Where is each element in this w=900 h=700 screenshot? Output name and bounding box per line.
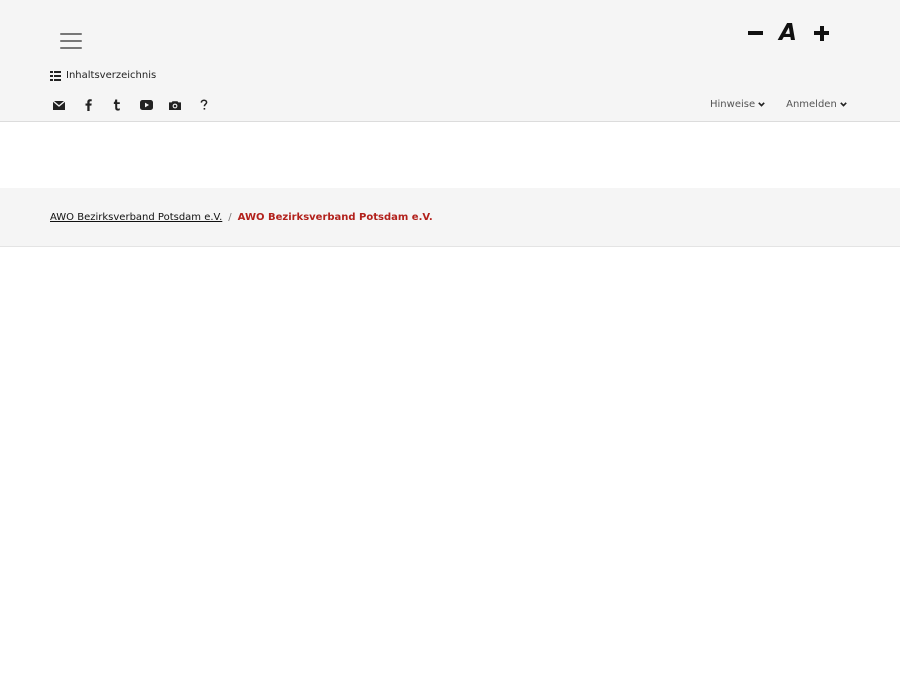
font-reset-icon[interactable]: A: [776, 20, 800, 46]
site-header: A Inhaltsverzeichnis Hinweise Anmelden: [0, 0, 900, 122]
social-links: [50, 96, 224, 114]
toc-label: Inhaltsverzeichnis: [66, 70, 157, 81]
top-navigation: Hinweise Anmelden: [704, 99, 847, 110]
question-icon[interactable]: [195, 96, 213, 114]
breadcrumb-separator: /: [228, 212, 232, 223]
font-size-controls: A: [740, 20, 840, 46]
nav-anmelden-label: Anmelden: [786, 99, 837, 110]
nav-hinweise-dropdown[interactable]: Hinweise: [710, 99, 765, 110]
nav-anmelden-dropdown[interactable]: Anmelden: [786, 99, 847, 110]
facebook-icon[interactable]: [79, 96, 97, 114]
chevron-down-icon: [758, 99, 765, 110]
youtube-icon[interactable]: [137, 96, 155, 114]
breadcrumb: AWO Bezirksverband Potsdam e.V. / AWO Be…: [0, 188, 900, 247]
camera-icon[interactable]: [166, 96, 184, 114]
table-of-contents-link[interactable]: Inhaltsverzeichnis: [50, 70, 156, 81]
nav-hinweise-label: Hinweise: [710, 99, 756, 110]
content-spacer: [0, 122, 900, 188]
list-icon: [50, 71, 61, 81]
tumblr-icon[interactable]: [108, 96, 126, 114]
decrease-font-icon[interactable]: [744, 20, 766, 46]
breadcrumb-parent-link[interactable]: AWO Bezirksverband Potsdam e.V.: [50, 212, 222, 223]
breadcrumb-current: AWO Bezirksverband Potsdam e.V.: [237, 212, 433, 223]
envelope-icon[interactable]: [50, 96, 68, 114]
chevron-down-icon: [840, 99, 847, 110]
hamburger-menu-icon[interactable]: [60, 33, 82, 49]
increase-font-icon[interactable]: [810, 20, 832, 46]
